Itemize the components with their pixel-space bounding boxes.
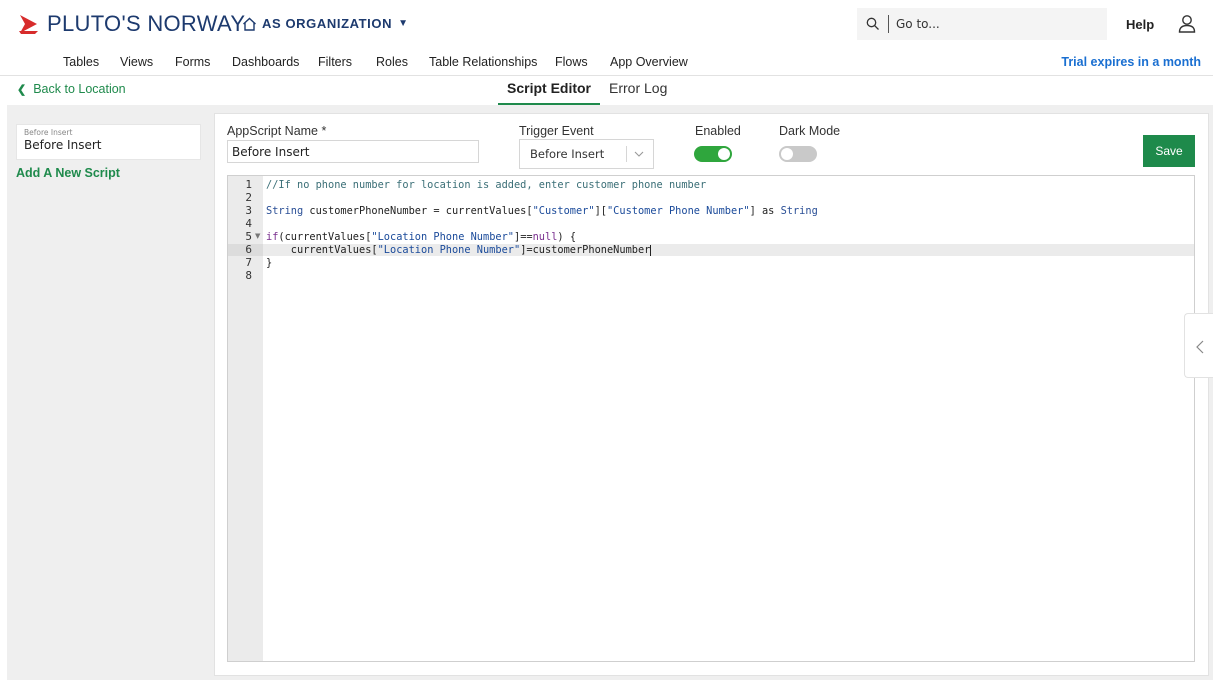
code-line: if(currentValues["Location Phone Number"… bbox=[266, 231, 577, 243]
dark-mode-label: Dark Mode bbox=[779, 124, 841, 138]
nav-dashboards[interactable]: Dashboards bbox=[232, 55, 299, 69]
text-cursor bbox=[650, 244, 652, 256]
back-link[interactable]: ❮ Back to Location bbox=[17, 82, 126, 96]
script-item-name: Before Insert bbox=[24, 138, 102, 152]
line-gutter: 1 2 3 4 5 ▼ 6 7 8 bbox=[228, 176, 263, 661]
line-number: 5 bbox=[245, 230, 252, 243]
script-item-caption: Before Insert bbox=[24, 128, 73, 137]
chevron-left-icon: ❮ bbox=[17, 83, 27, 96]
line-number: 2 bbox=[245, 191, 252, 204]
help-link[interactable]: Help bbox=[1126, 17, 1154, 32]
nav-roles[interactable]: Roles bbox=[376, 55, 408, 69]
editor-tabs: Script Editor Error Log bbox=[498, 77, 676, 105]
tab-error-log[interactable]: Error Log bbox=[600, 77, 676, 105]
nav-table-relationships[interactable]: Table Relationships bbox=[429, 55, 537, 69]
nav-views[interactable]: Views bbox=[120, 55, 153, 69]
appscript-name-input[interactable] bbox=[227, 140, 479, 163]
side-panel-toggle[interactable] bbox=[1184, 313, 1213, 378]
trial-link[interactable]: Trial expires in a month bbox=[1061, 55, 1201, 69]
code-token: String bbox=[266, 205, 304, 217]
search-divider bbox=[888, 15, 889, 33]
trigger-event-label: Trigger Event bbox=[519, 124, 594, 138]
code-token: "Location Phone Number" bbox=[371, 231, 514, 243]
code-token: "Location Phone Number" bbox=[377, 244, 521, 256]
code-token: "Customer Phone Number" bbox=[606, 205, 750, 217]
nav-app-overview[interactable]: App Overview bbox=[610, 55, 688, 69]
home-icon bbox=[243, 17, 256, 31]
caret-down-icon: ▼ bbox=[398, 18, 409, 29]
enabled-label: Enabled bbox=[695, 124, 741, 138]
script-list-item[interactable]: Before Insert Before Insert bbox=[16, 124, 201, 160]
code-line: //If no phone number for location is add… bbox=[266, 179, 707, 191]
code-token: if bbox=[266, 231, 279, 243]
chevron-down-icon bbox=[634, 151, 644, 157]
code-line: } bbox=[266, 257, 273, 269]
top-header: PLUTO'S NORWAY AS ORGANIZATION ▼ Help bbox=[0, 0, 1213, 48]
main-nav: Tables Views Forms Dashboards Filters Ro… bbox=[0, 48, 1213, 76]
user-icon[interactable] bbox=[1178, 14, 1196, 33]
search-input[interactable] bbox=[896, 17, 1096, 31]
appscript-name-label: AppScript Name * bbox=[227, 124, 327, 138]
trigger-event-select[interactable]: Before Insert bbox=[519, 139, 654, 169]
toggle-knob bbox=[718, 148, 730, 160]
nav-forms[interactable]: Forms bbox=[175, 55, 210, 69]
code-token: "Customer" bbox=[532, 205, 595, 217]
code-token: null bbox=[532, 231, 558, 243]
nav-tables[interactable]: Tables bbox=[63, 55, 99, 69]
enabled-toggle[interactable] bbox=[694, 146, 732, 162]
dark-mode-toggle[interactable] bbox=[779, 146, 817, 162]
line-number: 3 bbox=[245, 204, 252, 217]
back-link-label: Back to Location bbox=[33, 82, 126, 96]
save-button[interactable]: Save bbox=[1143, 135, 1195, 167]
ship-logo-icon bbox=[19, 15, 38, 34]
line-number: 6 bbox=[245, 243, 252, 256]
line-number: 7 bbox=[245, 256, 252, 269]
org-name: AS ORGANIZATION bbox=[262, 16, 393, 31]
code-line: currentValues["Location Phone Number"]=c… bbox=[266, 244, 652, 256]
brand-logo[interactable]: PLUTO'S NORWAY bbox=[17, 11, 245, 37]
line-number: 4 bbox=[245, 217, 252, 230]
search-icon bbox=[866, 17, 879, 30]
fold-arrow-icon[interactable]: ▼ bbox=[255, 232, 260, 240]
code-line: String customerPhoneNumber = currentValu… bbox=[266, 205, 818, 217]
org-switcher[interactable]: AS ORGANIZATION ▼ bbox=[242, 16, 409, 31]
search-box[interactable] bbox=[857, 8, 1107, 40]
trigger-event-value: Before Insert bbox=[530, 147, 605, 161]
nav-flows[interactable]: Flows bbox=[555, 55, 588, 69]
nav-filters[interactable]: Filters bbox=[318, 55, 352, 69]
code-editor[interactable]: 1 2 3 4 5 ▼ 6 7 8 //If no phone number f… bbox=[227, 175, 1195, 662]
brand-name: PLUTO'S NORWAY bbox=[47, 11, 246, 36]
chevron-left-icon bbox=[1196, 340, 1204, 354]
tab-script-editor[interactable]: Script Editor bbox=[498, 77, 601, 105]
line-number: 1 bbox=[245, 178, 252, 191]
code-token: String bbox=[780, 205, 818, 217]
select-divider bbox=[626, 146, 627, 162]
add-new-script-link[interactable]: Add A New Script bbox=[16, 166, 120, 180]
sub-nav: ❮ Back to Location Script Editor Error L… bbox=[0, 77, 1213, 105]
toggle-knob bbox=[781, 148, 793, 160]
line-number: 8 bbox=[245, 269, 252, 282]
